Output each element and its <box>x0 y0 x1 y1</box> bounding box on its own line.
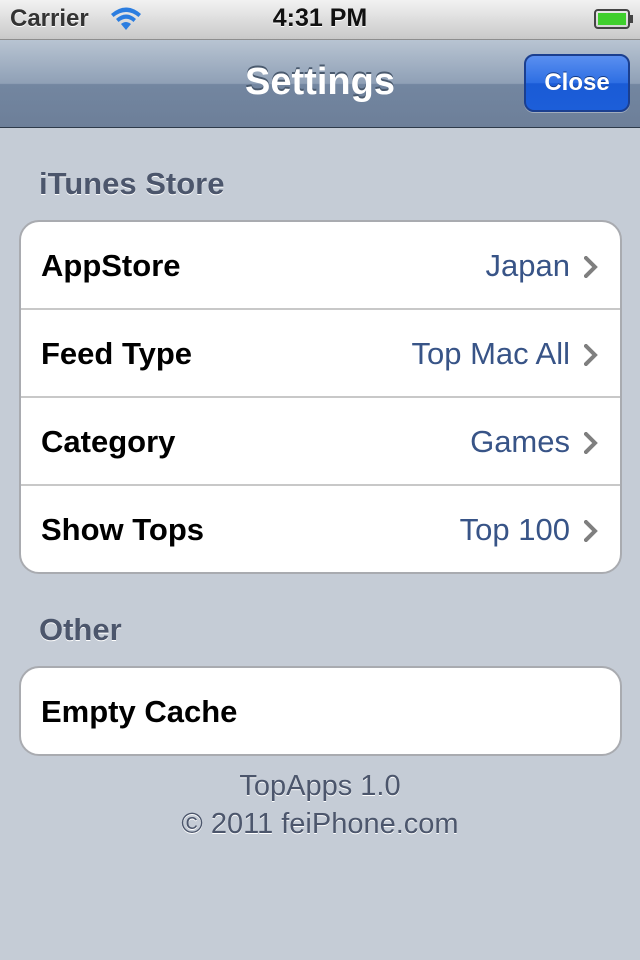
row-value: Games <box>470 424 570 459</box>
navigation-bar: Settings Close <box>0 40 640 128</box>
battery-full-icon <box>594 9 633 29</box>
row-value: Top Mac All <box>411 336 570 371</box>
chevron-right-icon <box>584 344 598 366</box>
copyright-notice: © 2011 feiPhone.com <box>181 808 459 840</box>
settings-row-category[interactable]: Category Games <box>21 398 620 486</box>
settings-row-feed-type[interactable]: Feed Type Top Mac All <box>21 310 620 398</box>
row-label: Feed Type <box>41 336 193 371</box>
itunes-store-group: AppStore Japan Feed Type Top Mac All Cat… <box>19 220 622 574</box>
section-header-other: Other <box>39 612 122 647</box>
settings-row-show-tops[interactable]: Show Tops Top 100 <box>21 486 620 572</box>
status-time: 4:31 PM <box>272 4 368 32</box>
row-label: Category <box>41 424 176 459</box>
empty-cache-button[interactable]: Empty Cache <box>21 668 620 754</box>
close-button[interactable]: Close <box>524 54 630 112</box>
row-label: Show Tops <box>41 512 205 547</box>
other-group: Empty Cache <box>19 666 622 756</box>
settings-row-appstore[interactable]: AppStore Japan <box>21 222 620 310</box>
status-bar: Carrier 4:31 PM <box>0 0 640 40</box>
row-value: Top 100 <box>459 512 570 547</box>
chevron-right-icon <box>584 256 598 278</box>
chevron-right-icon <box>584 520 598 542</box>
row-label: AppStore <box>41 248 181 283</box>
row-value: Japan <box>485 248 570 283</box>
section-header-itunes-store: iTunes Store <box>39 166 225 201</box>
app-version: TopApps 1.0 <box>239 770 401 802</box>
chevron-right-icon <box>584 432 598 454</box>
row-label: Empty Cache <box>41 694 238 729</box>
